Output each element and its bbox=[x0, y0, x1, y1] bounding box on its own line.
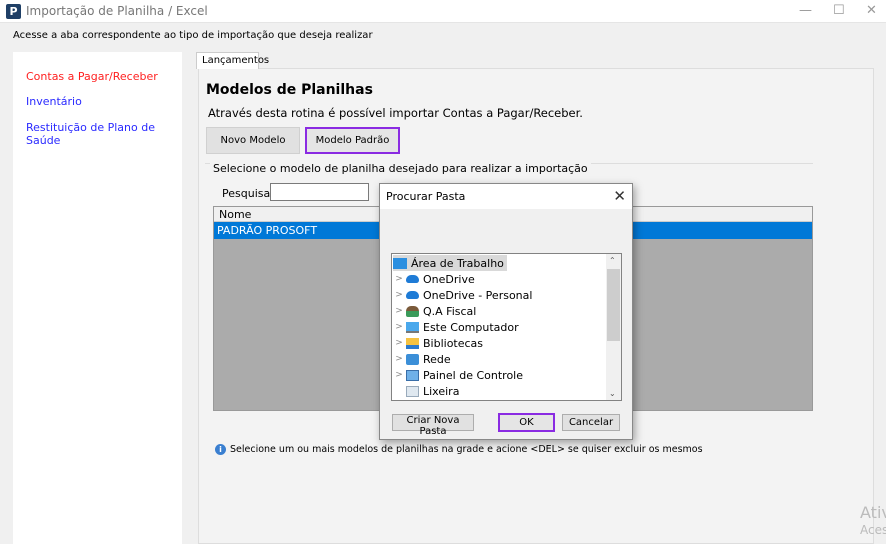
tree-item-label: Q.A Fiscal bbox=[423, 304, 477, 318]
tree-item-label: Este Computador bbox=[423, 320, 519, 334]
network-icon bbox=[406, 353, 419, 365]
chevron-right-icon[interactable]: > bbox=[392, 306, 406, 316]
tree-item-onedrive[interactable]: > OneDrive bbox=[392, 271, 475, 287]
tree-item-desktop[interactable]: Área de Trabalho bbox=[393, 255, 507, 271]
sidebar-item-restituicao[interactable]: Restituição de Plano de Saúde bbox=[26, 121, 182, 147]
tree-item-bibliotecas[interactable]: > Bibliotecas bbox=[392, 335, 483, 351]
dialog-title: Procurar Pasta bbox=[380, 184, 632, 209]
info-message: i Selecione um ou mais modelos de planil… bbox=[215, 444, 703, 455]
activation-watermark-line2: Aces bbox=[860, 523, 886, 537]
close-button[interactable]: ✕ bbox=[866, 3, 877, 18]
user-icon bbox=[406, 305, 419, 317]
group-label: Selecione o modelo de planilha desejado … bbox=[210, 162, 591, 175]
cloud-icon bbox=[406, 291, 419, 299]
chevron-right-icon[interactable]: > bbox=[392, 338, 406, 348]
new-folder-button[interactable]: Criar Nova Pasta bbox=[392, 414, 474, 437]
scroll-down-icon[interactable]: ⌄ bbox=[609, 389, 616, 398]
chevron-right-icon[interactable]: > bbox=[392, 290, 406, 300]
scrollbar-thumb[interactable] bbox=[607, 269, 620, 341]
tree-item-label: Bibliotecas bbox=[423, 336, 484, 350]
tree-item-qa-fiscal[interactable]: > Q.A Fiscal bbox=[392, 303, 476, 319]
sidebar: Contas a Pagar/Receber Inventário Restit… bbox=[13, 52, 182, 544]
instruction-text: Acesse a aba correspondente ao tipo de i… bbox=[13, 30, 373, 41]
tree-item-label: OneDrive bbox=[423, 272, 475, 286]
tree-item-label: Lixeira bbox=[423, 384, 460, 398]
info-icon: i bbox=[215, 444, 226, 455]
tree-item-este-computador[interactable]: > Este Computador bbox=[392, 319, 519, 335]
tree-item-lixeira[interactable]: Lixeira bbox=[392, 383, 459, 399]
tree-item-label: Painel de Controle bbox=[423, 368, 524, 382]
sidebar-item-contas[interactable]: Contas a Pagar/Receber bbox=[26, 70, 158, 83]
search-input[interactable] bbox=[270, 183, 369, 201]
chevron-right-icon[interactable]: > bbox=[392, 370, 406, 380]
scroll-up-icon[interactable]: ⌃ bbox=[609, 256, 616, 265]
minimize-button[interactable]: — bbox=[799, 3, 812, 18]
sidebar-item-inventario[interactable]: Inventário bbox=[26, 95, 82, 108]
search-label: Pesquisar bbox=[222, 187, 275, 200]
cloud-icon bbox=[406, 275, 419, 283]
chevron-right-icon[interactable]: > bbox=[392, 322, 406, 332]
cancel-button[interactable]: Cancelar bbox=[562, 414, 620, 431]
app-logo-icon: P bbox=[6, 4, 21, 19]
folder-tree[interactable]: Área de Trabalho > OneDrive > OneDrive - P… bbox=[391, 253, 622, 401]
browse-folder-dialog: Procurar Pasta ✕ Área de Trabalho > OneDr… bbox=[379, 183, 633, 440]
page-title: Modelos de Planilhas bbox=[206, 82, 373, 98]
tree-item-painel-controle[interactable]: > Painel de Controle bbox=[392, 367, 523, 383]
tree-item-label: Rede bbox=[423, 352, 451, 366]
tree-item-label: OneDrive - Personal bbox=[423, 288, 533, 302]
computer-icon bbox=[406, 321, 419, 333]
maximize-button[interactable]: ☐ bbox=[833, 3, 845, 18]
default-model-button[interactable]: Modelo Padrão bbox=[305, 127, 400, 154]
desktop-icon bbox=[393, 257, 407, 269]
control-panel-icon bbox=[406, 369, 419, 381]
tree-item-rede[interactable]: > Rede bbox=[392, 351, 451, 367]
ok-button[interactable]: OK bbox=[498, 413, 555, 432]
window-title: Importação de Planilha / Excel bbox=[26, 4, 208, 18]
activation-watermark-line1: Ativ bbox=[860, 503, 886, 522]
recycle-bin-icon bbox=[406, 385, 419, 397]
tree-item-label: Área de Trabalho bbox=[411, 256, 504, 270]
tree-scrollbar[interactable]: ⌃ ⌄ bbox=[606, 254, 621, 400]
chevron-right-icon[interactable]: > bbox=[392, 274, 406, 284]
dialog-close-icon[interactable]: ✕ bbox=[613, 187, 626, 205]
tab-lancamentos[interactable]: Lançamentos bbox=[196, 52, 269, 69]
new-model-button[interactable]: Novo Modelo bbox=[206, 127, 300, 154]
tree-item-onedrive-personal[interactable]: > OneDrive - Personal bbox=[392, 287, 532, 303]
title-bar: P Importação de Planilha / Excel — ☐ ✕ bbox=[0, 0, 886, 23]
library-icon bbox=[406, 337, 419, 349]
info-text: Selecione um ou mais modelos de planilha… bbox=[230, 444, 703, 455]
chevron-right-icon[interactable]: > bbox=[392, 354, 406, 364]
page-subtitle: Através desta rotina é possível importar… bbox=[208, 106, 583, 120]
